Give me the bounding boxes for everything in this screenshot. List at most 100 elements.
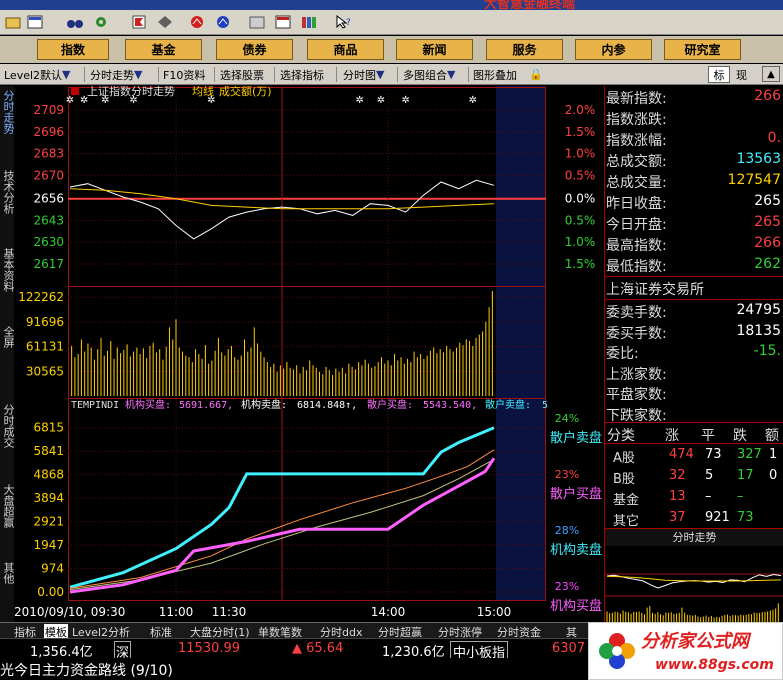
event-marker-icon[interactable]: ✲ — [377, 95, 385, 106]
books-icon[interactable] — [300, 13, 318, 31]
event-marker-icon[interactable]: ✲ — [469, 95, 477, 106]
help-pointer-icon[interactable]: ? — [334, 13, 352, 31]
ticker-text[interactable]: 光今日主力资金路线 (9/10) — [0, 660, 173, 680]
event-marker-icon[interactable]: ✲ — [401, 95, 409, 106]
time-axis-label: 2010/09/10, 09:30 — [14, 605, 125, 619]
chart-red-icon[interactable] — [188, 13, 206, 31]
indicator-tab[interactable]: 分时ddx — [320, 624, 362, 639]
tab-biao[interactable]: 标 — [708, 66, 730, 83]
intraday-label: 分时走势 — [90, 68, 134, 82]
indicator-series-label: 机构买盘 — [550, 598, 602, 614]
volume-legend: 成交额(万) — [219, 86, 272, 98]
indicator-tab[interactable]: 指标 — [14, 624, 36, 639]
overlay-button[interactable]: 图形叠加 — [473, 66, 517, 83]
mini-intraday-chart[interactable] — [605, 546, 783, 622]
inst-buy-value: 5691.667, — [179, 400, 233, 411]
quote-label: 指数涨跌: — [606, 112, 667, 128]
menu-bond[interactable]: 债券 — [216, 39, 293, 60]
tab-tick-trades[interactable]: 分时成交 — [0, 404, 15, 448]
breadth-cell: 37 — [669, 510, 686, 525]
mini-chart-title[interactable]: 分时走势 — [605, 528, 783, 546]
watermark-logo: 分析家公式网 www.88gs.com — [588, 622, 783, 680]
multi-chart-dropdown[interactable]: 多图组合 ▼ — [403, 66, 455, 83]
indicator-tab[interactable]: 单数笔数 — [258, 624, 302, 639]
layout-icon[interactable] — [26, 13, 44, 31]
tab-fundamental[interactable]: 基本资料 — [0, 248, 15, 292]
quote-row: 指数涨幅: 0. — [605, 128, 783, 151]
volume-tick-label: 30565 — [26, 364, 64, 378]
chart-blue-icon[interactable] — [214, 13, 232, 31]
tab-market-win[interactable]: 大盘超赢 — [0, 484, 15, 528]
inst-sell-label: 机构卖盘: — [241, 398, 287, 411]
tab-intraday[interactable]: 分时走势 — [0, 90, 15, 134]
indicator-tick-label: 974 — [41, 562, 64, 576]
sz-index: 11530.99 — [178, 641, 241, 656]
quote-label: 委卖手数: — [606, 305, 667, 321]
indicator-series-label: 机构卖盘 — [550, 542, 602, 558]
open-icon[interactable] — [4, 13, 22, 31]
tab-other[interactable]: 其他 — [0, 562, 15, 584]
tab-technical[interactable]: 技术分析 — [0, 170, 15, 214]
indicator-header: TEMPINDI 机构买盘: 5691.667, 机构卖盘: 6814.848↑… — [71, 398, 548, 411]
settings-icon[interactable] — [92, 13, 110, 31]
select-indicator-button[interactable]: 选择指标 — [280, 66, 324, 83]
diamond-icon[interactable] — [156, 13, 174, 31]
quote-label: 昨日收盘: — [606, 196, 667, 212]
level2-default-dropdown[interactable]: Level2默认 ▼ — [4, 66, 71, 83]
scroll-button[interactable]: ▲ — [762, 66, 780, 82]
exchange-header: 上海证券交易所 — [605, 276, 783, 300]
quote-label: 总成交量: — [606, 175, 667, 191]
indicator-tab[interactable]: 模板 — [44, 624, 68, 639]
breadth-cell: 32 — [669, 468, 686, 483]
window-icon[interactable] — [248, 13, 266, 31]
news-window-icon[interactable] — [274, 13, 292, 31]
binoculars-icon[interactable] — [66, 13, 84, 31]
lock-icon[interactable]: 🔒 — [529, 66, 543, 83]
indicator-tab[interactable]: 分时涨停 — [438, 624, 482, 639]
tab-fullscreen[interactable]: 全屏 — [0, 326, 15, 348]
indicator-tab[interactable]: 标准 — [150, 624, 172, 639]
indicator-series-label: 散户买盘 — [550, 486, 602, 502]
intraday-chart-dropdown[interactable]: 分时图 ▼ — [343, 66, 384, 83]
flag-icon[interactable] — [130, 13, 148, 31]
indicator-tab[interactable]: 大盘分时(1) — [190, 624, 250, 639]
menu-service[interactable]: 服务 — [486, 39, 563, 60]
menu-research[interactable]: 研究室 — [664, 39, 741, 60]
menu-fund[interactable]: 基金 — [125, 39, 202, 60]
dropdown-arrow-icon: ▼ — [134, 68, 143, 81]
level2-default-label: Level2默认 — [4, 68, 63, 82]
indicator-pct: 23% — [555, 580, 579, 593]
select-stock-button[interactable]: 选择股票 — [220, 66, 264, 83]
indicator-tab[interactable]: Level2分析 — [72, 624, 130, 639]
dropdown-arrow-icon: ▼ — [376, 68, 385, 81]
tab-xian[interactable]: 现 — [736, 66, 747, 83]
flower-logo-icon — [599, 633, 635, 669]
quote-value: 127547 — [727, 172, 781, 188]
f10-button[interactable]: F10资料 — [163, 66, 205, 83]
event-marker-icon[interactable]: ✲ — [66, 95, 74, 106]
menu-commodity[interactable]: 商品 — [307, 39, 384, 60]
breadth-cell: 其它 — [613, 514, 640, 529]
pct-tick-label: 1.0% — [565, 147, 596, 161]
indicator-pct: 24% — [555, 412, 579, 425]
time-axis-label: 14:00 — [371, 605, 406, 619]
quote-value: 262 — [754, 256, 781, 272]
pct-tick-label: 2.0% — [565, 103, 596, 117]
sz-change: ▲ 65.64 — [292, 641, 344, 656]
quote-value: 266 — [754, 235, 781, 251]
indicator-tab[interactable]: 分时资金 — [497, 624, 541, 639]
indicator-tab[interactable]: 分时超赢 — [378, 624, 422, 639]
sme-index-value: 6307 — [552, 641, 586, 656]
indicator-tab[interactable]: 其 — [566, 624, 577, 639]
menu-insider[interactable]: 内参 — [575, 39, 652, 60]
intraday-dropdown[interactable]: 分时走势 ▼ — [90, 66, 142, 83]
intraday-chart[interactable]: 2709 2.0% 2696 1.5% 2683 1.0% 2670 0.5% 2656 0.0%… — [14, 86, 604, 622]
breadth-row: A股 474 73 327 1 — [605, 445, 783, 466]
menu-index[interactable]: 指数 — [37, 39, 109, 60]
price-tick-label: 2696 — [33, 125, 64, 139]
chart-header: 上证指数分时走势 均线 成交额(万) — [71, 86, 272, 98]
menu-news[interactable]: 新闻 — [396, 39, 473, 60]
indicator-tick-label: 3894 — [33, 491, 64, 505]
price-tick-label: 2630 — [33, 235, 64, 249]
event-marker-icon[interactable]: ✲ — [356, 95, 364, 106]
